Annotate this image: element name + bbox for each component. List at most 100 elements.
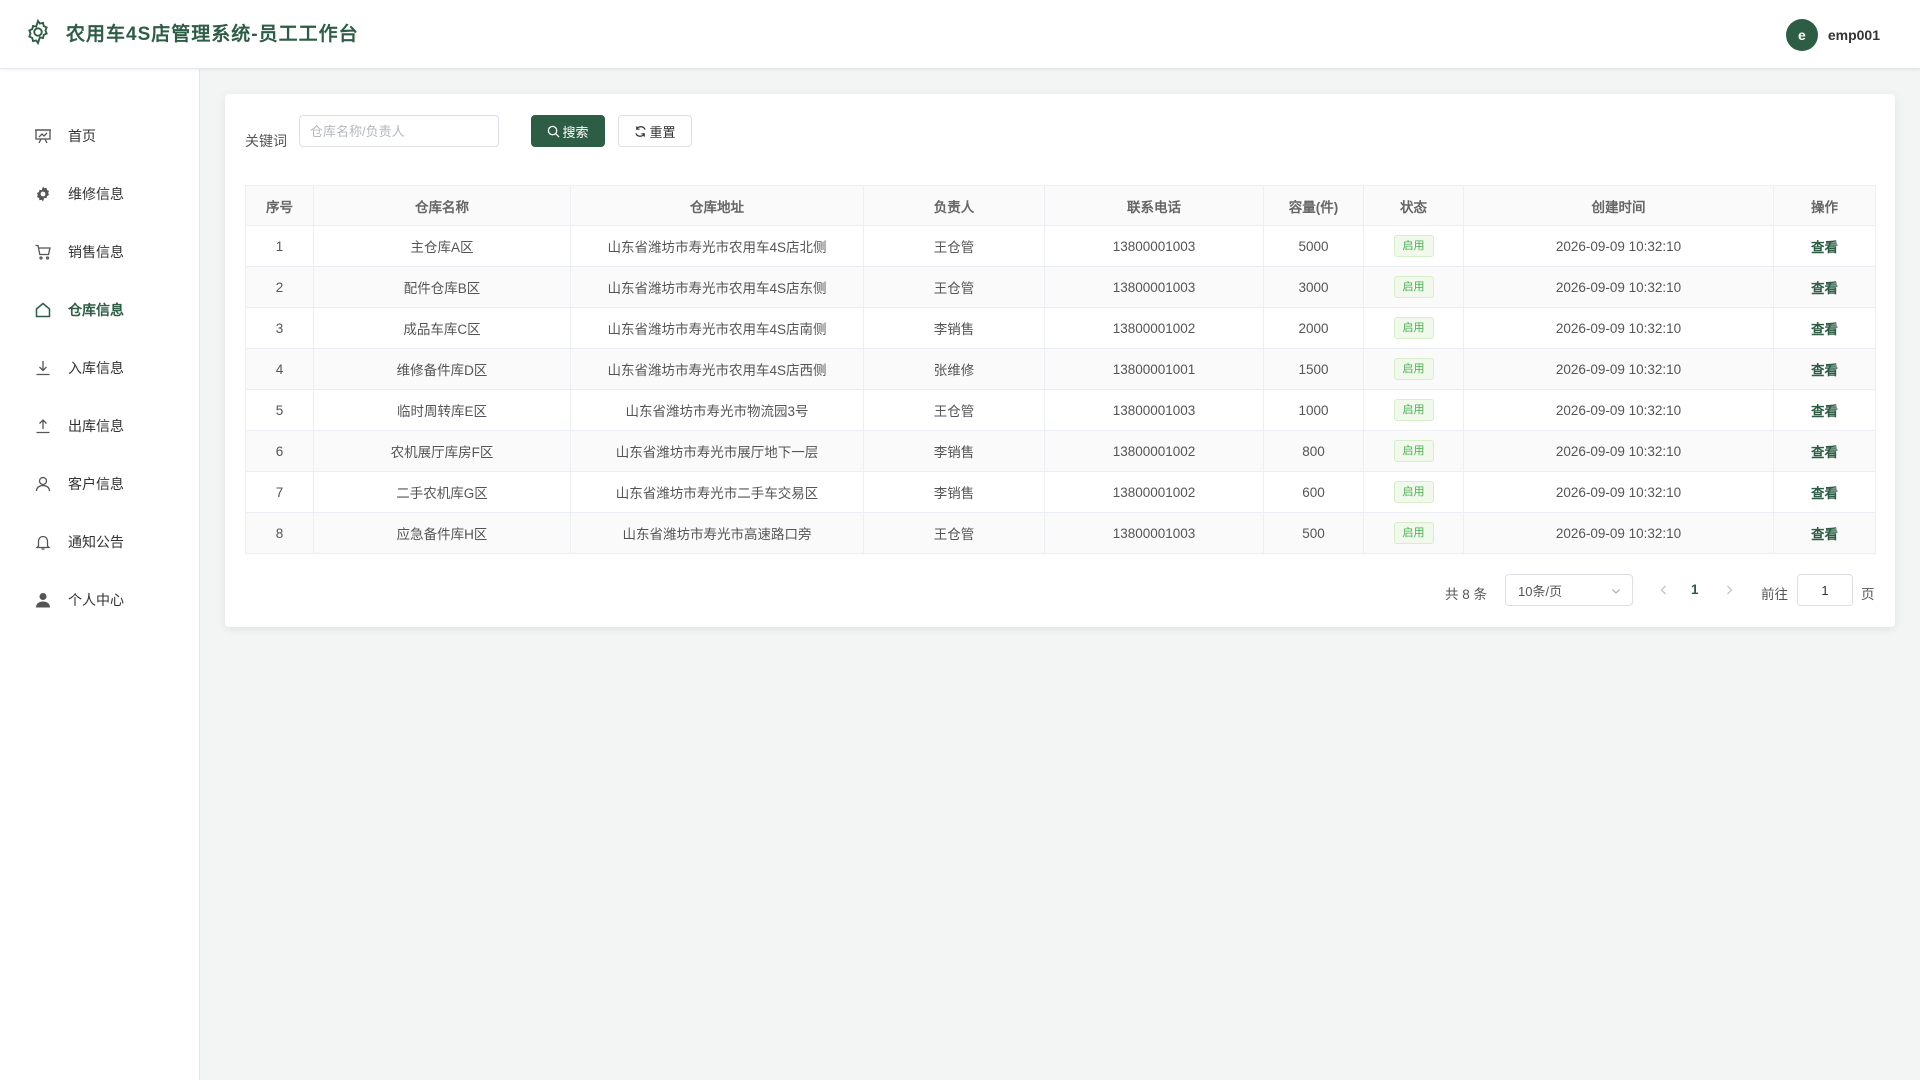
cell-created: 2026-09-09 10:32:10 — [1463, 471, 1774, 513]
cell-name: 二手农机库G区 — [313, 471, 571, 513]
status-badge: 启用 — [1393, 522, 1434, 544]
gear-icon — [34, 185, 52, 203]
user-filled-icon — [34, 591, 52, 609]
cell-created: 2026-09-09 10:32:10 — [1463, 307, 1774, 349]
cell-capacity: 500 — [1263, 512, 1364, 554]
cell-name: 维修备件库D区 — [313, 348, 571, 390]
cell-index: 6 — [245, 430, 314, 472]
page-size-select[interactable]: 10条/页 — [1505, 574, 1633, 606]
status-badge: 启用 — [1393, 235, 1434, 257]
dashboard-icon — [34, 127, 52, 145]
sidebar-item-label: 首页 — [68, 128, 96, 144]
cell-phone: 13800001002 — [1044, 471, 1264, 513]
status-badge: 启用 — [1393, 440, 1434, 462]
reset-button-label: 重置 — [649, 124, 676, 140]
keyword-label: 关键词 — [245, 133, 287, 149]
cell-address: 山东省潍坊市寿光市展厅地下一层 — [570, 430, 864, 472]
sidebar-item-profile[interactable]: 个人中心 — [0, 580, 199, 620]
view-button[interactable]: 查看 — [1811, 404, 1838, 419]
column-header: 仓库名称 — [313, 185, 571, 226]
cell-manager: 王仓管 — [863, 266, 1045, 308]
avatar[interactable]: e — [1785, 19, 1818, 51]
view-button[interactable]: 查看 — [1811, 486, 1838, 501]
cell-index: 2 — [245, 266, 314, 308]
cell-manager: 李销售 — [863, 307, 1045, 349]
cell-capacity: 5000 — [1263, 225, 1364, 267]
search-input[interactable] — [299, 115, 499, 147]
cell-manager: 张维修 — [863, 348, 1045, 390]
cell-name: 成品车库C区 — [313, 307, 571, 349]
sidebar-item-label: 入库信息 — [68, 360, 124, 376]
sidebar-item-warehouse[interactable]: 仓库信息 — [0, 290, 199, 330]
cell-manager: 李销售 — [863, 430, 1045, 472]
sidebar-item-repair[interactable]: 维修信息 — [0, 174, 199, 214]
view-button[interactable]: 查看 — [1811, 322, 1838, 337]
total-count: 共 8 条 — [1445, 587, 1488, 602]
reset-button[interactable]: 重置 — [618, 115, 692, 147]
table-row: 4 维修备件库D区 山东省潍坊市寿光市农用车4S店西侧 张维修 13800001… — [245, 348, 1876, 390]
cell-phone: 13800001003 — [1044, 266, 1264, 308]
cell-status: 启用 — [1363, 307, 1464, 349]
page-number[interactable]: 1 — [1691, 582, 1699, 597]
cell-status: 启用 — [1363, 430, 1464, 472]
view-button[interactable]: 查看 — [1811, 240, 1838, 255]
view-button[interactable]: 查看 — [1811, 363, 1838, 378]
user-menu[interactable]: e emp001 — [1785, 19, 1880, 51]
view-button[interactable]: 查看 — [1811, 527, 1838, 542]
goto-page-input[interactable] — [1797, 574, 1853, 606]
view-button[interactable]: 查看 — [1811, 445, 1838, 460]
cell-capacity: 1000 — [1263, 389, 1364, 431]
cell-phone: 13800001002 — [1044, 430, 1264, 472]
sidebar-item-label: 通知公告 — [68, 534, 124, 550]
username[interactable]: emp001 — [1828, 27, 1880, 43]
cell-status: 启用 — [1363, 389, 1464, 431]
column-header: 负责人 — [863, 185, 1045, 226]
goto-label: 前往 — [1761, 587, 1788, 602]
cell-phone: 13800001003 — [1044, 389, 1264, 431]
sidebar-item-sales[interactable]: 销售信息 — [0, 232, 199, 272]
sidebar-item-home[interactable]: 首页 — [0, 116, 199, 156]
cell-phone: 13800001003 — [1044, 225, 1264, 267]
cell-created: 2026-09-09 10:32:10 — [1463, 512, 1774, 554]
gear-icon — [24, 18, 52, 46]
cell-action: 查看 — [1773, 348, 1876, 390]
cell-action: 查看 — [1773, 225, 1876, 267]
search-button-label: 搜索 — [562, 124, 589, 140]
column-header: 操作 — [1773, 185, 1876, 226]
cell-capacity: 800 — [1263, 430, 1364, 472]
cell-address: 山东省潍坊市寿光市高速路口旁 — [570, 512, 864, 554]
cell-address: 山东省潍坊市寿光市物流园3号 — [570, 389, 864, 431]
cell-capacity: 1500 — [1263, 348, 1364, 390]
chevron-down-icon — [1612, 589, 1620, 594]
app-title: 农用车4S店管理系统-员工工作台 — [66, 23, 359, 45]
cell-name: 配件仓库B区 — [313, 266, 571, 308]
brand: 农用车4S店管理系统-员工工作台 — [24, 18, 359, 46]
chevron-left-icon[interactable] — [1657, 583, 1671, 597]
view-button[interactable]: 查看 — [1811, 281, 1838, 296]
cell-action: 查看 — [1773, 430, 1876, 472]
cell-action: 查看 — [1773, 471, 1876, 513]
chevron-right-icon[interactable] — [1722, 583, 1736, 597]
column-header: 创建时间 — [1463, 185, 1774, 226]
column-header: 状态 — [1363, 185, 1464, 226]
status-badge: 启用 — [1393, 317, 1434, 339]
cell-address: 山东省潍坊市寿光市农用车4S店北侧 — [570, 225, 864, 267]
cell-action: 查看 — [1773, 266, 1876, 308]
refresh-icon — [635, 125, 647, 137]
cell-index: 1 — [245, 225, 314, 267]
sidebar: 首页 维修信息 销售信息 仓库信息 入库信息 出库信息 客户信息 通知公告 个人… — [0, 69, 200, 1080]
sidebar-item-inbound[interactable]: 入库信息 — [0, 348, 199, 388]
cell-index: 5 — [245, 389, 314, 431]
sidebar-item-customers[interactable]: 客户信息 — [0, 464, 199, 504]
sidebar-item-outbound[interactable]: 出库信息 — [0, 406, 199, 446]
cell-address: 山东省潍坊市寿光市二手车交易区 — [570, 471, 864, 513]
cell-address: 山东省潍坊市寿光市农用车4S店东侧 — [570, 266, 864, 308]
cell-phone: 13800001001 — [1044, 348, 1264, 390]
search-button[interactable]: 搜索 — [531, 115, 605, 147]
cell-address: 山东省潍坊市寿光市农用车4S店南侧 — [570, 307, 864, 349]
status-badge: 启用 — [1393, 399, 1434, 421]
cell-action: 查看 — [1773, 512, 1876, 554]
sidebar-item-notices[interactable]: 通知公告 — [0, 522, 199, 562]
download-icon — [34, 359, 52, 377]
cell-index: 7 — [245, 471, 314, 513]
